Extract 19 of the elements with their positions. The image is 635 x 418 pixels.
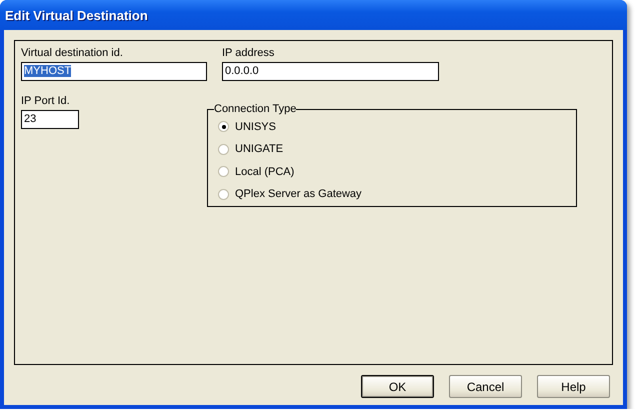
field-label: IP address xyxy=(222,47,276,59)
radio-label[interactable]: UNISYS xyxy=(235,120,276,133)
text-field[interactable]: MYHOST xyxy=(21,62,207,81)
radio-label[interactable]: QPlex Server as Gateway xyxy=(235,188,362,200)
window-title: Edit Virtual Destination xyxy=(5,8,148,22)
radio-button[interactable] xyxy=(218,144,229,155)
group-title: Connection Type xyxy=(214,103,296,115)
radio-label[interactable]: Local (PCA) xyxy=(235,166,294,178)
dialog-button[interactable]: Cancel xyxy=(449,375,522,398)
radio-button[interactable] xyxy=(218,166,229,178)
dialog-button[interactable]: Help xyxy=(537,375,610,398)
text-field[interactable]: 0.0.0.0 xyxy=(222,62,439,81)
radio-button[interactable] xyxy=(218,121,229,132)
radio-button[interactable] xyxy=(218,188,229,200)
field-label: IP Port Id. xyxy=(21,95,71,107)
dialog-button[interactable]: OK xyxy=(361,375,434,398)
text-field[interactable]: 23 xyxy=(21,110,79,129)
field-label: Virtual destination id. xyxy=(21,47,124,59)
radio-label[interactable]: UNIGATE xyxy=(235,143,284,156)
